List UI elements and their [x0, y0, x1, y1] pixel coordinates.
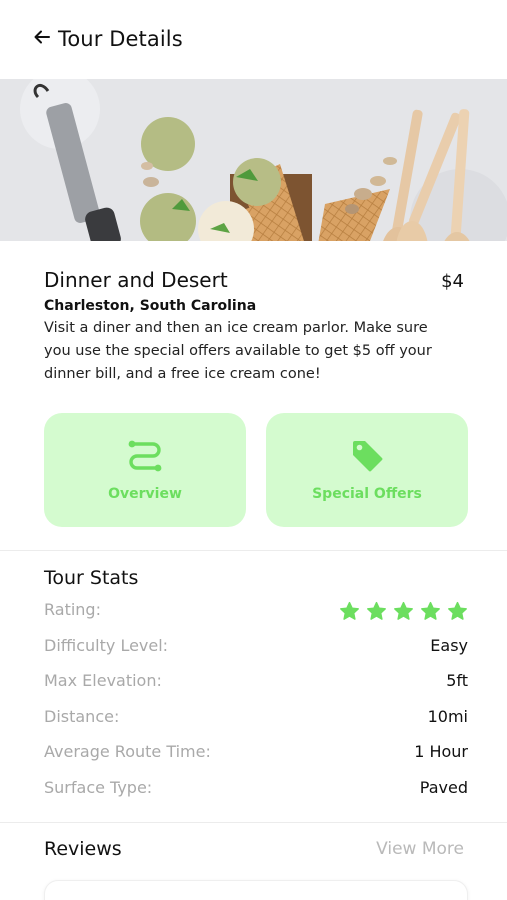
- star-icon: [421, 602, 440, 621]
- page-title: Tour Details: [58, 27, 183, 51]
- star-icon: [367, 602, 386, 621]
- rating-label: Rating:: [44, 600, 101, 620]
- stat-label: Difficulty Level:: [44, 635, 169, 655]
- stat-value: 10mi: [427, 706, 468, 726]
- back-button[interactable]: Tour Details: [32, 27, 183, 51]
- stat-value: Easy: [430, 635, 468, 655]
- stat-row: Distance: 10mi: [44, 699, 468, 735]
- stats-title: Tour Stats: [44, 567, 139, 589]
- overview-label: Overview: [108, 486, 182, 502]
- stat-label: Max Elevation:: [44, 671, 162, 691]
- tour-info: Dinner and Desert $4 Charleston, South C…: [44, 268, 468, 386]
- stat-row: Difficulty Level: Easy: [44, 628, 468, 664]
- section-divider: [0, 822, 507, 823]
- special-offers-label: Special Offers: [312, 486, 422, 502]
- special-offers-button[interactable]: Special Offers: [266, 413, 468, 527]
- view-more-link[interactable]: View More: [376, 839, 464, 859]
- tag-icon: [349, 438, 385, 478]
- stat-row-rating: Rating:: [44, 592, 468, 628]
- stat-row: Max Elevation: 5ft: [44, 663, 468, 699]
- action-cards: Overview Special Offers: [44, 413, 468, 527]
- review-card[interactable]: [44, 880, 468, 900]
- stat-label: Surface Type:: [44, 777, 153, 797]
- tour-description: Visit a diner and then an ice cream parl…: [44, 320, 432, 382]
- stat-label: Distance:: [44, 706, 120, 726]
- stat-label: Average Route Time:: [44, 742, 211, 762]
- app-header: Tour Details: [0, 0, 507, 78]
- reviews-title: Reviews: [44, 838, 122, 860]
- arrow-left-icon: [32, 27, 58, 51]
- stat-value: 5ft: [446, 671, 468, 691]
- star-icon: [448, 602, 467, 621]
- stat-value: 1 Hour: [414, 742, 468, 762]
- tour-title: Dinner and Desert: [44, 268, 228, 292]
- hero-image: [0, 79, 507, 241]
- stat-row: Surface Type: Paved: [44, 770, 468, 806]
- stat-value: Paved: [419, 777, 468, 797]
- star-icon: [340, 602, 359, 621]
- tour-stats: Tour Stats Rating: Difficulty Level: Eas…: [44, 567, 468, 805]
- overview-button[interactable]: Overview: [44, 413, 246, 527]
- stat-row: Average Route Time: 1 Hour: [44, 734, 468, 770]
- star-icon: [394, 602, 413, 621]
- rating-stars: [339, 601, 468, 622]
- reviews-header: Reviews View More: [44, 838, 464, 860]
- tour-price: $4: [441, 271, 464, 292]
- tour-location: Charleston, South Carolina: [44, 298, 257, 314]
- section-divider: [0, 550, 507, 551]
- route-icon: [127, 438, 163, 478]
- title-row: Dinner and Desert $4: [44, 268, 468, 292]
